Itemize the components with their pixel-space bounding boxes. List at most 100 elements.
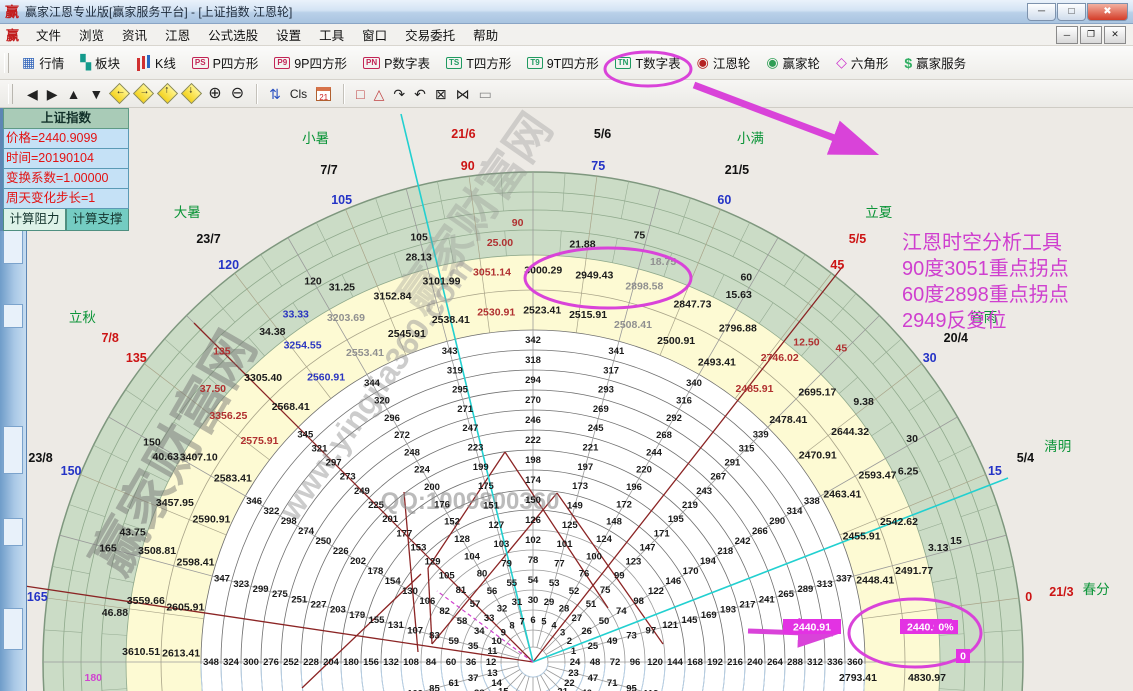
menu-item-江恩[interactable]: 江恩 bbox=[156, 24, 199, 45]
svg-text:8: 8 bbox=[509, 621, 514, 632]
toolbar-button-K线[interactable]: K线 bbox=[128, 49, 184, 76]
svg-text:3407.10: 3407.10 bbox=[180, 452, 218, 464]
rotate-ccw-icon[interactable]: ↶ bbox=[414, 87, 426, 101]
wheel-date-label: 7/7 bbox=[320, 163, 337, 177]
svg-text:226: 226 bbox=[333, 546, 349, 557]
toolbar-button-赢家服务[interactable]: $赢家服务 bbox=[896, 49, 974, 76]
svg-text:265: 265 bbox=[778, 589, 795, 600]
svg-text:2695.17: 2695.17 bbox=[798, 387, 836, 399]
svg-text:35: 35 bbox=[468, 641, 479, 652]
toolbar-button-9P四方形[interactable]: P99P四方形 bbox=[266, 49, 355, 76]
close-button[interactable]: ✖ bbox=[1087, 3, 1128, 21]
svg-text:2568.41: 2568.41 bbox=[272, 401, 310, 413]
button-计算支撑[interactable]: 计算支撑 bbox=[66, 209, 129, 231]
toolbar-button-六角形[interactable]: ◇六角形 bbox=[828, 49, 896, 76]
up-triangle-icon[interactable]: ▲ bbox=[67, 87, 81, 101]
svg-text:248: 248 bbox=[404, 447, 420, 458]
toolbar-button-P四方形[interactable]: PSP四方形 bbox=[184, 49, 267, 76]
toolbar-button-T四方形[interactable]: TST四方形 bbox=[438, 49, 519, 76]
svg-text:144: 144 bbox=[667, 657, 684, 668]
svg-text:29: 29 bbox=[544, 597, 555, 608]
toolbar-button-江恩轮[interactable]: ◉江恩轮 bbox=[689, 49, 759, 76]
svg-text:26: 26 bbox=[581, 626, 592, 637]
svg-text:222: 222 bbox=[525, 435, 541, 446]
toolbar-separator bbox=[256, 84, 257, 104]
calendar-icon[interactable]: 21 bbox=[316, 87, 331, 101]
info-row: 价格=2440.9099 bbox=[3, 129, 129, 149]
toolbar-button-label: 六角形 bbox=[851, 53, 889, 72]
toolbar-button-P数字表[interactable]: PNP数字表 bbox=[355, 49, 438, 76]
wheel-date-label: 21/5 bbox=[725, 163, 749, 177]
diamond-down-icon[interactable]: ↓ bbox=[181, 83, 202, 104]
svg-text:52: 52 bbox=[569, 586, 580, 597]
menu-item-交易委托[interactable]: 交易委托 bbox=[396, 24, 464, 45]
diamond-up-icon[interactable]: ↑ bbox=[157, 83, 178, 104]
toolbar-button-板块[interactable]: ▚板块 bbox=[72, 49, 128, 76]
svg-text:2542.62: 2542.62 bbox=[880, 516, 918, 528]
cls-button[interactable]: Cls bbox=[290, 88, 307, 100]
info-row: 变换系数=1.00000 bbox=[3, 169, 129, 189]
zoom-in-icon[interactable]: ⊕ bbox=[208, 86, 221, 102]
forward-icon[interactable]: ▶ bbox=[47, 87, 58, 101]
button-计算阻力[interactable]: 计算阻力 bbox=[3, 209, 66, 231]
svg-text:324: 324 bbox=[223, 657, 240, 668]
svg-text:247: 247 bbox=[462, 423, 478, 434]
wheel-date-label: 5/4 bbox=[1017, 451, 1034, 465]
background-window-fragment bbox=[3, 426, 23, 474]
svg-text:225: 225 bbox=[368, 500, 385, 511]
collapse-icon[interactable]: ⋈ bbox=[456, 87, 470, 101]
diamond-left-icon[interactable]: ← bbox=[109, 83, 130, 104]
toolbar-button-赢家轮[interactable]: ◉赢家轮 bbox=[758, 49, 828, 76]
zoom-out-icon[interactable]: ⊖ bbox=[231, 86, 244, 102]
menu-item-设置[interactable]: 设置 bbox=[267, 24, 310, 45]
menu-item-工具[interactable]: 工具 bbox=[310, 24, 353, 45]
toolbar-button-行情[interactable]: ▦行情 bbox=[14, 49, 72, 76]
toolbar-button-T数字表[interactable]: TNT数字表 bbox=[607, 49, 689, 76]
svg-text:169: 169 bbox=[701, 610, 717, 621]
svg-text:345: 345 bbox=[297, 429, 314, 440]
menu-item-资讯[interactable]: 资讯 bbox=[113, 24, 156, 45]
menu-item-帮助[interactable]: 帮助 bbox=[464, 24, 507, 45]
svg-text:220: 220 bbox=[636, 465, 652, 476]
svg-text:342: 342 bbox=[525, 335, 541, 346]
solar-term-label: 清明 bbox=[1044, 435, 1071, 455]
svg-text:2847.73: 2847.73 bbox=[673, 298, 711, 310]
svg-text:105: 105 bbox=[439, 571, 456, 582]
down-triangle-icon[interactable]: ▼ bbox=[89, 87, 103, 101]
svg-text:172: 172 bbox=[616, 499, 632, 510]
svg-text:251: 251 bbox=[291, 594, 308, 605]
diamond-right-icon[interactable]: → bbox=[133, 83, 154, 104]
menu-bar: 赢 文件浏览资讯江恩公式选股设置工具窗口交易委托帮助 ─ ❐ ✕ bbox=[0, 24, 1133, 46]
menu-item-窗口[interactable]: 窗口 bbox=[353, 24, 396, 45]
menu-item-浏览[interactable]: 浏览 bbox=[70, 24, 113, 45]
svg-text:197: 197 bbox=[577, 462, 593, 473]
menu-item-公式选股[interactable]: 公式选股 bbox=[199, 24, 267, 45]
svg-text:57: 57 bbox=[470, 599, 481, 610]
svg-text:241: 241 bbox=[759, 594, 776, 605]
mdi-restore-button[interactable]: ❐ bbox=[1080, 26, 1102, 44]
back-icon[interactable]: ◀ bbox=[27, 87, 38, 101]
mdi-close-button[interactable]: ✕ bbox=[1104, 26, 1126, 44]
maximize-button[interactable]: □ bbox=[1057, 3, 1086, 21]
svg-text:347: 347 bbox=[214, 574, 230, 585]
svg-text:3559.66: 3559.66 bbox=[127, 595, 165, 607]
mdi-minimize-button[interactable]: ─ bbox=[1056, 26, 1078, 44]
svg-text:179: 179 bbox=[349, 610, 365, 621]
square-tool-icon[interactable]: □ bbox=[356, 87, 364, 101]
minimize-button[interactable]: ─ bbox=[1027, 3, 1056, 21]
svg-text:249: 249 bbox=[354, 486, 370, 497]
rotate-cw-icon[interactable]: ↷ bbox=[393, 87, 405, 101]
svg-text:34.38: 34.38 bbox=[259, 326, 285, 338]
svg-text:108: 108 bbox=[403, 657, 419, 668]
select-box-icon[interactable]: ▭ bbox=[479, 87, 492, 101]
triangle-tool-icon[interactable]: △ bbox=[374, 87, 385, 101]
box-x-icon[interactable]: ⊠ bbox=[435, 87, 447, 101]
svg-text:53: 53 bbox=[549, 578, 560, 589]
svg-text:273: 273 bbox=[340, 472, 356, 483]
svg-text:71: 71 bbox=[607, 678, 618, 689]
svg-text:202: 202 bbox=[350, 556, 366, 567]
svg-text:321: 321 bbox=[312, 443, 329, 454]
updown-icon[interactable]: ⇅ bbox=[269, 87, 281, 101]
toolbar-button-9T四方形[interactable]: T99T四方形 bbox=[519, 49, 606, 76]
menu-item-文件[interactable]: 文件 bbox=[27, 24, 70, 45]
